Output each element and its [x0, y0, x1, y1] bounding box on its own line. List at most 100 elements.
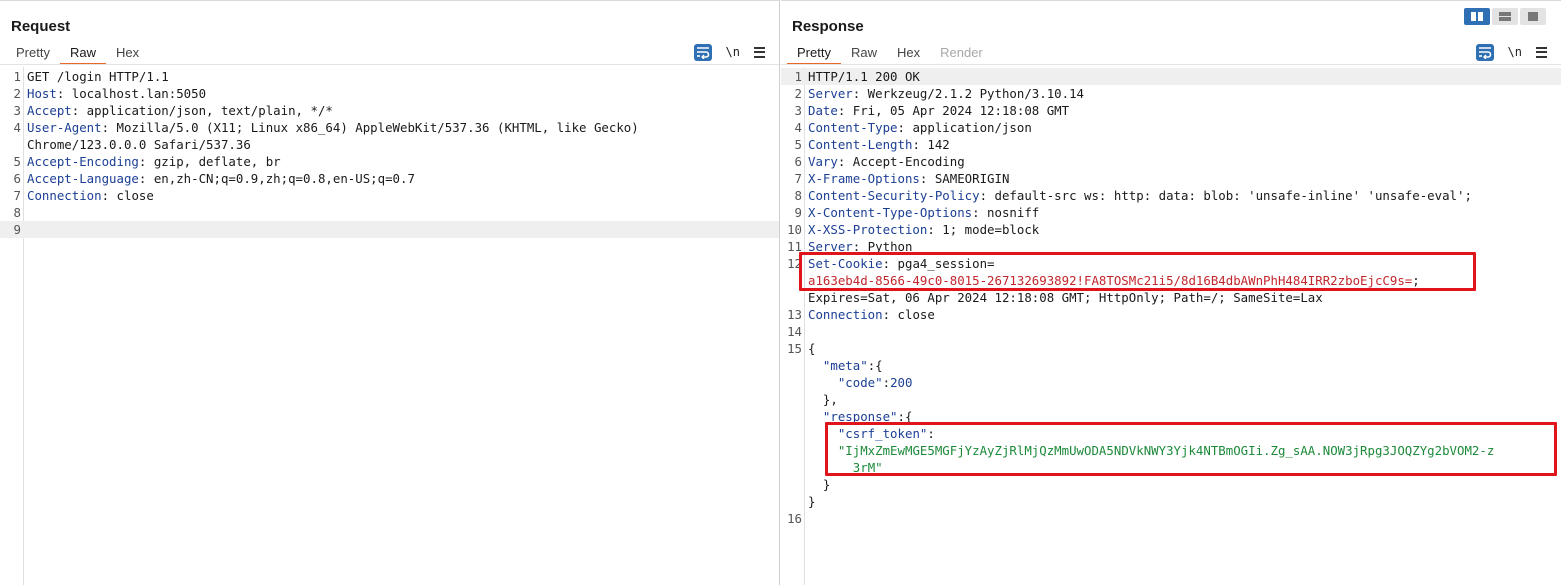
hamburger-menu-icon[interactable]	[754, 46, 765, 58]
line-number: 6	[794, 154, 802, 169]
code-line: 7 X-Frame-Options: SAMEORIGIN	[781, 170, 1561, 187]
tab-raw[interactable]: Raw	[59, 42, 106, 65]
tab-render[interactable]: Render	[930, 42, 993, 65]
line-text: Accept-Encoding: gzip, deflate, br	[27, 154, 281, 169]
code-line: 12 Set-Cookie: pga4_session=	[781, 255, 1561, 272]
code-line: 13 Connection: close	[781, 306, 1561, 323]
line-text: Content-Type: application/json	[808, 120, 1032, 135]
line-number: 5	[13, 154, 21, 169]
line-number: 13	[787, 307, 802, 322]
code-line: _3rM"	[781, 459, 1561, 476]
response-editor[interactable]: 1 HTTP/1.1 200 OK 2 Server: Werkzeug/2.1.2 …	[781, 67, 1561, 585]
code-line: "code":200	[781, 374, 1561, 391]
code-line: 8 Content-Security-Policy: default-src ws…	[781, 187, 1561, 204]
header-name: User-Agent	[27, 120, 102, 135]
header-name: Set-Cookie	[808, 256, 883, 271]
line-text: Accept-Language: en,zh-CN;q=0.9,zh;q=0.8…	[27, 171, 415, 186]
line-text: "meta":{	[822, 358, 883, 373]
side-by-side-layout-icon[interactable]	[1464, 8, 1490, 25]
line-number: 4	[13, 120, 21, 135]
response-pane: Response Pretty Raw Hex Render \n 1 HTTP/1.1…	[781, 0, 1561, 585]
line-text: Chrome/123.0.0.0 Safari/537.36	[27, 137, 251, 152]
header-name: Host	[27, 86, 57, 101]
tab-pretty[interactable]: Pretty	[6, 42, 60, 65]
response-toolbar: \n	[1475, 43, 1547, 61]
code-line: 7 Connection: close	[0, 187, 779, 204]
line-number: 14	[787, 324, 802, 339]
code-line: 10 X-XSS-Protection: 1; mode=block	[781, 221, 1561, 238]
code-line: 3 Date: Fri, 05 Apr 2024 12:18:08 GMT	[781, 102, 1561, 119]
line-text: a163eb4d-8566-49c0-8015-267132693892!FA8…	[808, 273, 1420, 288]
header-name: Vary	[808, 154, 838, 169]
line-number: 5	[794, 137, 802, 152]
code-line: 16	[781, 510, 1561, 527]
header-name: Content-Security-Policy	[808, 188, 980, 203]
code-line: 1 GET /login HTTP/1.1	[0, 68, 779, 85]
line-text: }	[808, 494, 816, 509]
request-title: Request	[11, 18, 71, 35]
json-key: "response"	[822, 409, 898, 424]
code-line: Chrome/123.0.0.0 Safari/537.36	[0, 136, 779, 153]
request-tab-divider	[0, 64, 779, 65]
line-number: 9	[794, 205, 802, 220]
header-name: Connection	[27, 188, 102, 203]
code-line: 14	[781, 323, 1561, 340]
request-toolbar: \n	[693, 43, 765, 61]
line-text: Vary: Accept-Encoding	[808, 154, 965, 169]
response-tab-divider	[781, 64, 1561, 65]
request-editor[interactable]: 1 GET /login HTTP/1.1 2 Host: localhost.lan…	[0, 67, 779, 585]
header-name: Accept-Language	[27, 171, 139, 186]
request-tabs: Pretty Raw Hex	[6, 42, 149, 65]
code-line: 3 Accept: application/json, text/plain, *…	[0, 102, 779, 119]
header-name: Content-Length	[808, 137, 913, 152]
tab-pretty[interactable]: Pretty	[787, 42, 841, 65]
line-text: Host: localhost.lan:5050	[27, 86, 207, 101]
code-line: 15 {	[781, 340, 1561, 357]
show-newlines-button[interactable]: \n	[1508, 45, 1522, 59]
text-wrap-icon[interactable]	[1475, 43, 1494, 61]
line-text: Server: Python	[808, 239, 913, 254]
code-line: 5 Content-Length: 142	[781, 136, 1561, 153]
code-line: 6 Vary: Accept-Encoding	[781, 153, 1561, 170]
line-number: 10	[787, 222, 802, 237]
tabbed-layout-icon[interactable]	[1520, 8, 1546, 25]
header-name: Accept	[27, 103, 72, 118]
line-number: 9	[13, 222, 21, 237]
code-line: 4 User-Agent: Mozilla/5.0 (X11; Linux x86…	[0, 119, 779, 136]
header-name: X-Frame-Options	[808, 171, 920, 186]
tab-hex[interactable]: Hex	[106, 42, 149, 65]
line-text: _3rM"	[808, 459, 882, 476]
line-number: 6	[13, 171, 21, 186]
header-name: X-XSS-Protection	[808, 222, 928, 237]
line-number: 2	[13, 86, 21, 101]
text-wrap-icon[interactable]	[693, 43, 712, 61]
line-number: 1	[794, 69, 802, 84]
line-text: Content-Length: 142	[808, 137, 950, 152]
header-name: Date	[808, 103, 838, 118]
line-number: 7	[13, 188, 21, 203]
tab-hex[interactable]: Hex	[887, 42, 930, 65]
hamburger-menu-icon[interactable]	[1536, 46, 1547, 58]
header-name: Server	[808, 86, 853, 101]
line-text: User-Agent: Mozilla/5.0 (X11; Linux x86_…	[27, 120, 639, 135]
code-line: 2 Host: localhost.lan:5050	[0, 85, 779, 102]
code-line: 4 Content-Type: application/json	[781, 119, 1561, 136]
code-line: 6 Accept-Language: en,zh-CN;q=0.9,zh;q=0.…	[0, 170, 779, 187]
line-text: "csrf_token":	[837, 426, 935, 441]
line-text: Server: Werkzeug/2.1.2 Python/3.10.14	[808, 86, 1085, 101]
line-number: 11	[787, 239, 802, 254]
code-line: }	[781, 476, 1561, 493]
code-line: 11 Server: Python	[781, 238, 1561, 255]
response-tabs: Pretty Raw Hex Render	[787, 42, 993, 65]
show-newlines-button[interactable]: \n	[726, 45, 740, 59]
code-line: }	[781, 493, 1561, 510]
cookie-value: a163eb4d-8566-49c0-8015-267132693892!FA8…	[808, 273, 1413, 288]
code-line: 8	[0, 204, 779, 221]
tab-raw[interactable]: Raw	[841, 42, 887, 65]
line-number: 2	[794, 86, 802, 101]
line-text: }	[808, 477, 831, 492]
json-key: "code"	[837, 375, 883, 390]
line-text: HTTP/1.1 200 OK	[808, 69, 920, 84]
stacked-layout-icon[interactable]	[1492, 8, 1518, 25]
code-line: 5 Accept-Encoding: gzip, deflate, br	[0, 153, 779, 170]
